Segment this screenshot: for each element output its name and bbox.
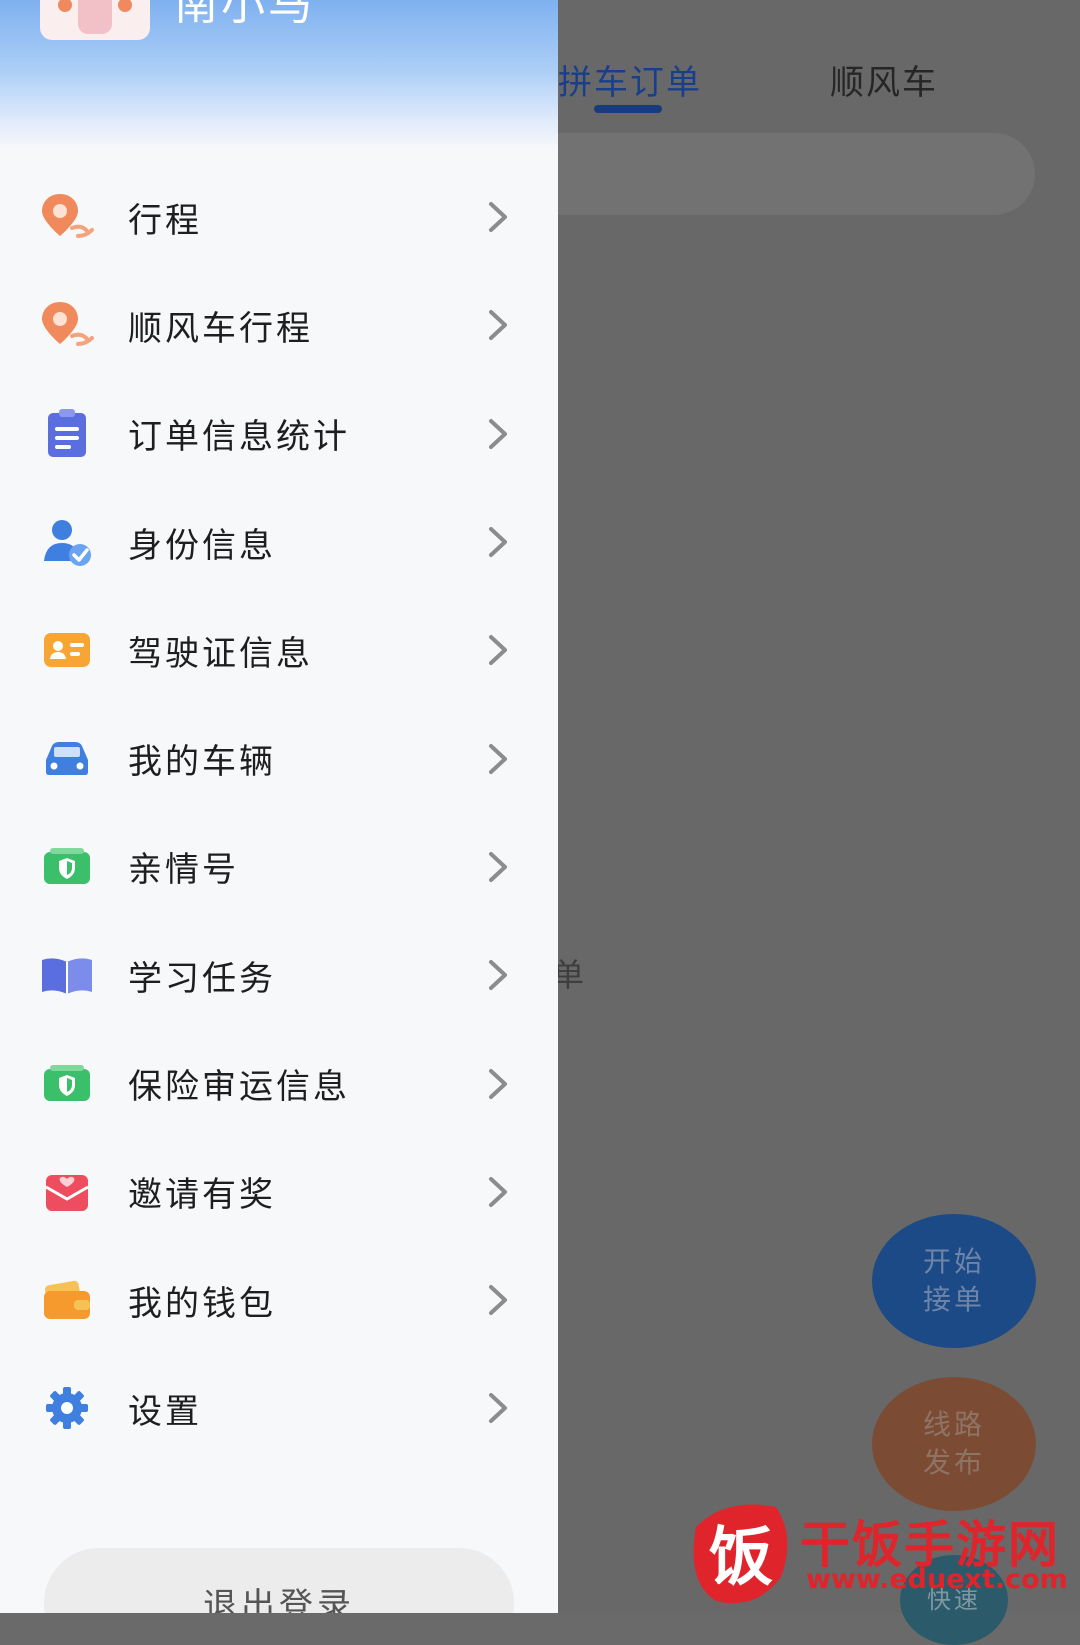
- menu-item-trips[interactable]: 行程: [0, 163, 558, 271]
- shield-family-icon: [44, 847, 90, 884]
- menu-item-label: 邀请有奖: [128, 1175, 276, 1216]
- menu-item-label: 身份信息: [128, 525, 276, 566]
- menu-item-label: 行程: [128, 200, 202, 241]
- menu-item-carpool-trips[interactable]: 顺风车行程: [0, 271, 558, 379]
- fab-start-line2: 接单: [922, 1283, 985, 1316]
- chevron-right-icon: [489, 1068, 507, 1099]
- menu-item-label: 我的车辆: [128, 742, 276, 783]
- menu-item-label: 亲情号: [128, 850, 239, 891]
- wallet-icon: [44, 1280, 90, 1320]
- trip-pin-icon: [42, 194, 94, 239]
- gear-icon: [46, 1387, 88, 1430]
- menu-item-order-stats[interactable]: 订单信息统计: [0, 380, 558, 488]
- chevron-right-icon: [489, 960, 507, 991]
- start-accepting-orders-button[interactable]: 开始 接单: [872, 1214, 1036, 1348]
- chevron-right-icon: [489, 1176, 507, 1207]
- tab-hitchhike[interactable]: 顺风车: [830, 55, 938, 104]
- chevron-right-icon: [489, 743, 507, 774]
- avatar-figure: [78, 0, 112, 34]
- logout-label: 退出登录: [203, 1586, 355, 1613]
- carpool-trip-icon: [42, 302, 94, 347]
- menu-item-label: 驾驶证信息: [128, 633, 313, 674]
- username: 南小马: [174, 0, 315, 30]
- menu-item-insurance-info[interactable]: 保险审运信息: [0, 1029, 558, 1137]
- menu-item-settings[interactable]: 设置: [0, 1354, 558, 1462]
- chevron-right-icon: [489, 1393, 507, 1424]
- chevron-right-icon: [489, 310, 507, 341]
- drawer-menu: 行程 顺风车行程 订单信息统计 身份信息 驾驶证信息 我的车辆 亲情号 学习任务…: [0, 163, 558, 1463]
- avatar[interactable]: [40, 0, 150, 40]
- menu-item-invite-rewards[interactable]: 邀请有奖: [0, 1138, 558, 1246]
- watermark-url: www.eduext.com: [806, 1564, 1068, 1595]
- menu-item-my-vehicle[interactable]: 我的车辆: [0, 704, 558, 812]
- menu-item-identity[interactable]: 身份信息: [0, 488, 558, 596]
- menu-item-label: 我的钱包: [128, 1283, 276, 1324]
- fab-start-line1: 开始: [922, 1245, 985, 1278]
- car-icon: [46, 741, 88, 775]
- menu-item-family-number[interactable]: 亲情号: [0, 813, 558, 921]
- menu-item-driver-license[interactable]: 驾驶证信息: [0, 596, 558, 704]
- drawer-header: 南小马: [0, 0, 558, 150]
- chevron-right-icon: [489, 418, 507, 449]
- active-tab-indicator: [594, 105, 662, 113]
- book-icon: [42, 958, 92, 995]
- license-card-icon: [44, 633, 90, 668]
- avatar-decor: [58, 0, 72, 12]
- chevron-right-icon: [489, 851, 507, 882]
- chevron-right-icon: [489, 635, 507, 666]
- menu-item-label: 学习任务: [128, 958, 276, 999]
- chevron-right-icon: [489, 1285, 507, 1316]
- shield-insurance-icon: [44, 1064, 90, 1101]
- menu-item-wallet[interactable]: 我的钱包: [0, 1246, 558, 1354]
- fab-route-line1: 线路: [922, 1408, 985, 1441]
- chevron-right-icon: [489, 527, 507, 558]
- gift-envelope-icon: [45, 1174, 89, 1211]
- avatar-decor: [118, 0, 132, 12]
- menu-item-learning-tasks[interactable]: 学习任务: [0, 921, 558, 1029]
- clipboard-icon: [48, 408, 86, 457]
- logout-button[interactable]: 退出登录: [44, 1548, 514, 1613]
- menu-item-label: 顺风车行程: [128, 308, 313, 349]
- menu-item-label: 设置: [128, 1391, 202, 1432]
- user-verified-icon: [44, 520, 91, 567]
- watermark-logo-icon: 饭: [693, 1504, 788, 1604]
- fab-route-line2: 发布: [922, 1446, 985, 1479]
- publish-route-button[interactable]: 线路 发布: [872, 1377, 1036, 1511]
- side-drawer: 南小马 行程 顺风车行程 订单信息统计 身份信息 驾驶证信息 我的车辆 亲情号 …: [0, 0, 558, 1613]
- menu-item-label: 订单信息统计: [128, 417, 350, 458]
- chevron-right-icon: [489, 202, 507, 233]
- menu-item-label: 保险审运信息: [128, 1067, 350, 1108]
- watermark-logo-char: 饭: [709, 1521, 773, 1595]
